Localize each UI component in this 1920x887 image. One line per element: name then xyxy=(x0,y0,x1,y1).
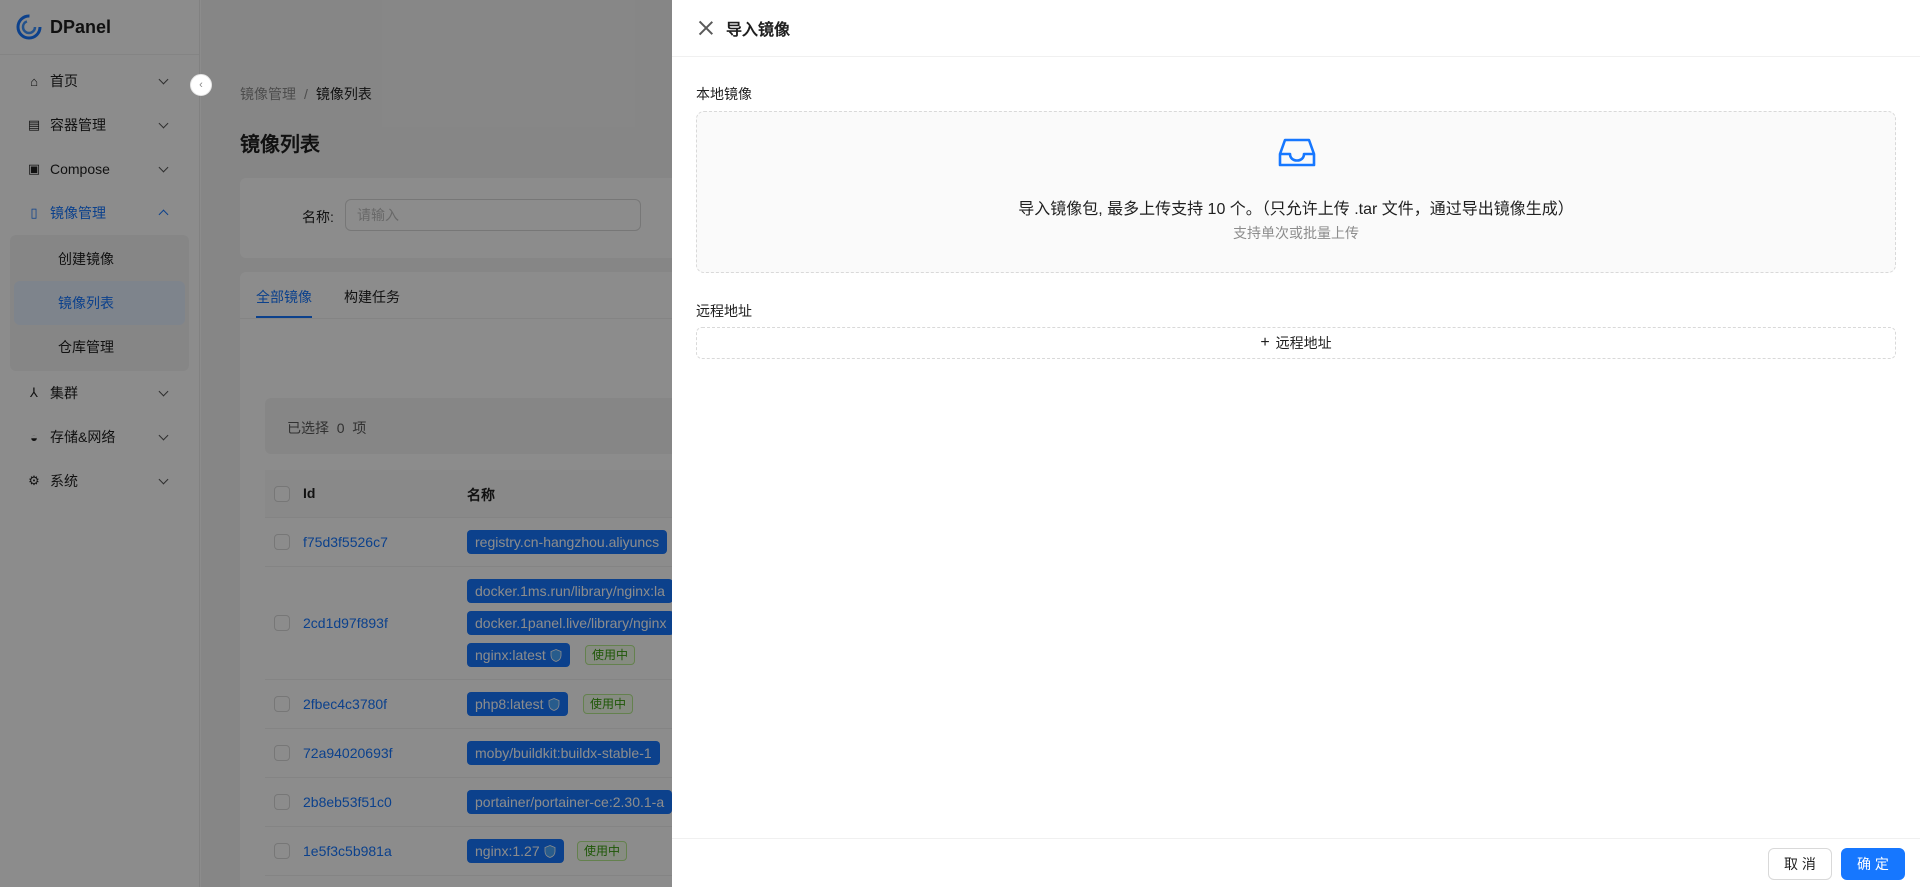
local-image-label: 本地镜像 xyxy=(696,86,752,102)
drawer-footer: 取 消 确 定 xyxy=(672,838,1920,887)
chevron-left-icon: ‹ xyxy=(199,79,203,91)
remote-address-label: 远程地址 xyxy=(696,303,752,319)
upload-hint: 支持单次或批量上传 xyxy=(1233,225,1359,241)
plus-icon: + xyxy=(1260,334,1270,351)
upload-text: 导入镜像包, 最多上传支持 10 个。（只允许上传 .tar 文件，通过导出镜像… xyxy=(1018,201,1574,218)
add-remote-address-button[interactable]: + 远程地址 xyxy=(696,327,1896,359)
upload-dragger[interactable]: 导入镜像包, 最多上传支持 10 个。（只允许上传 .tar 文件，通过导出镜像… xyxy=(696,111,1896,273)
close-icon[interactable] xyxy=(698,20,714,36)
import-image-drawer: 导入镜像 本地镜像 导入镜像包, 最多上传支持 10 个。（只允许上传 .tar… xyxy=(672,0,1920,887)
sidebar-collapse-button[interactable]: ‹ xyxy=(190,74,212,96)
drawer-header: 导入镜像 xyxy=(672,0,1920,57)
inbox-icon xyxy=(1278,138,1316,167)
add-remote-address-label: 远程地址 xyxy=(1275,335,1332,351)
confirm-button[interactable]: 确 定 xyxy=(1841,848,1905,880)
cancel-button[interactable]: 取 消 xyxy=(1768,848,1832,880)
drawer-title: 导入镜像 xyxy=(726,22,791,39)
